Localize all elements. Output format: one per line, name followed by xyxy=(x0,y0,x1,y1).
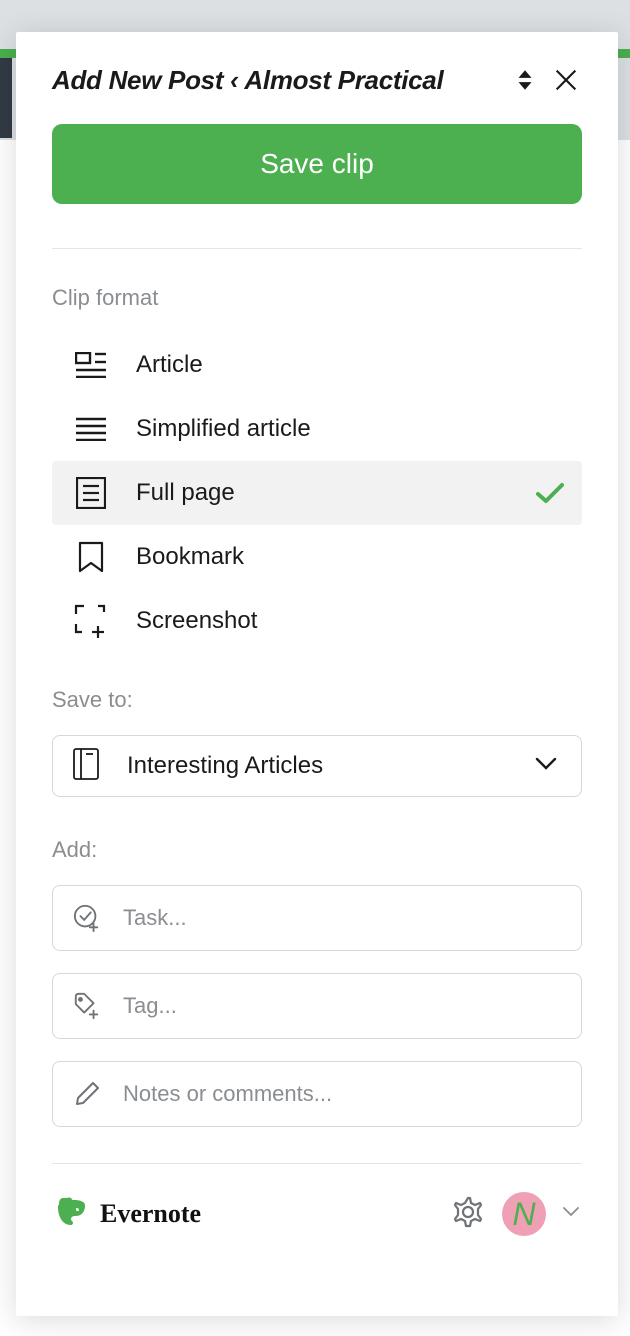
task-icon xyxy=(73,903,101,933)
format-option-label: Full page xyxy=(136,479,508,507)
format-option-label: Simplified article xyxy=(136,415,564,443)
bookmark-icon xyxy=(74,541,108,573)
tag-icon xyxy=(73,991,101,1021)
elephant-icon xyxy=(54,1194,90,1235)
expand-collapse-icon[interactable] xyxy=(512,67,538,93)
save-to-label: Save to: xyxy=(52,687,582,713)
screenshot-icon xyxy=(74,605,108,637)
notebook-name: Interesting Articles xyxy=(127,752,507,780)
tag-input[interactable] xyxy=(123,993,561,1019)
article-icon xyxy=(74,349,108,381)
account-menu-chevron[interactable] xyxy=(562,1205,580,1223)
format-option-simplified-article[interactable]: Simplified article xyxy=(52,397,582,461)
chevron-down-icon xyxy=(535,757,557,776)
user-avatar[interactable]: N xyxy=(502,1192,546,1236)
task-input[interactable] xyxy=(123,905,561,931)
format-option-bookmark[interactable]: Bookmark xyxy=(52,525,582,589)
panel-header: Add New Post ‹ Almost Practical xyxy=(52,64,582,96)
simplified-article-icon xyxy=(74,413,108,445)
brand-name: Evernote xyxy=(100,1199,201,1229)
add-notes-field[interactable] xyxy=(52,1061,582,1127)
full-page-icon xyxy=(74,477,108,509)
format-option-full-page[interactable]: Full page xyxy=(52,461,582,525)
evernote-logo[interactable]: Evernote xyxy=(54,1194,201,1235)
add-tag-field[interactable] xyxy=(52,973,582,1039)
avatar-initial: N xyxy=(512,1196,535,1233)
clip-format-list: Article Simplified article Full page xyxy=(52,333,582,653)
format-option-label: Screenshot xyxy=(136,607,564,635)
format-option-screenshot[interactable]: Screenshot xyxy=(52,589,582,653)
pencil-icon xyxy=(73,1080,101,1108)
notebook-icon xyxy=(73,748,99,785)
page-sidebar-fragment xyxy=(0,58,12,138)
check-icon xyxy=(536,482,564,504)
notebook-selector[interactable]: Interesting Articles xyxy=(52,735,582,797)
panel-footer: Evernote N xyxy=(52,1188,582,1238)
notes-input[interactable] xyxy=(123,1081,561,1107)
format-option-label: Bookmark xyxy=(136,543,564,571)
add-list xyxy=(52,885,582,1127)
format-option-label: Article xyxy=(136,351,564,379)
add-task-field[interactable] xyxy=(52,885,582,951)
clip-format-label: Clip format xyxy=(52,285,582,311)
footer-divider xyxy=(52,1163,582,1164)
clipper-panel: Add New Post ‹ Almost Practical Save cli… xyxy=(16,32,618,1316)
save-clip-button[interactable]: Save clip xyxy=(52,124,582,204)
divider xyxy=(52,248,582,249)
browser-topbar xyxy=(0,0,630,32)
page-title: Add New Post ‹ Almost Practical xyxy=(52,65,500,96)
add-label: Add: xyxy=(52,837,582,863)
settings-button[interactable] xyxy=(450,1194,486,1235)
format-option-article[interactable]: Article xyxy=(52,333,582,397)
close-icon[interactable] xyxy=(550,64,582,96)
